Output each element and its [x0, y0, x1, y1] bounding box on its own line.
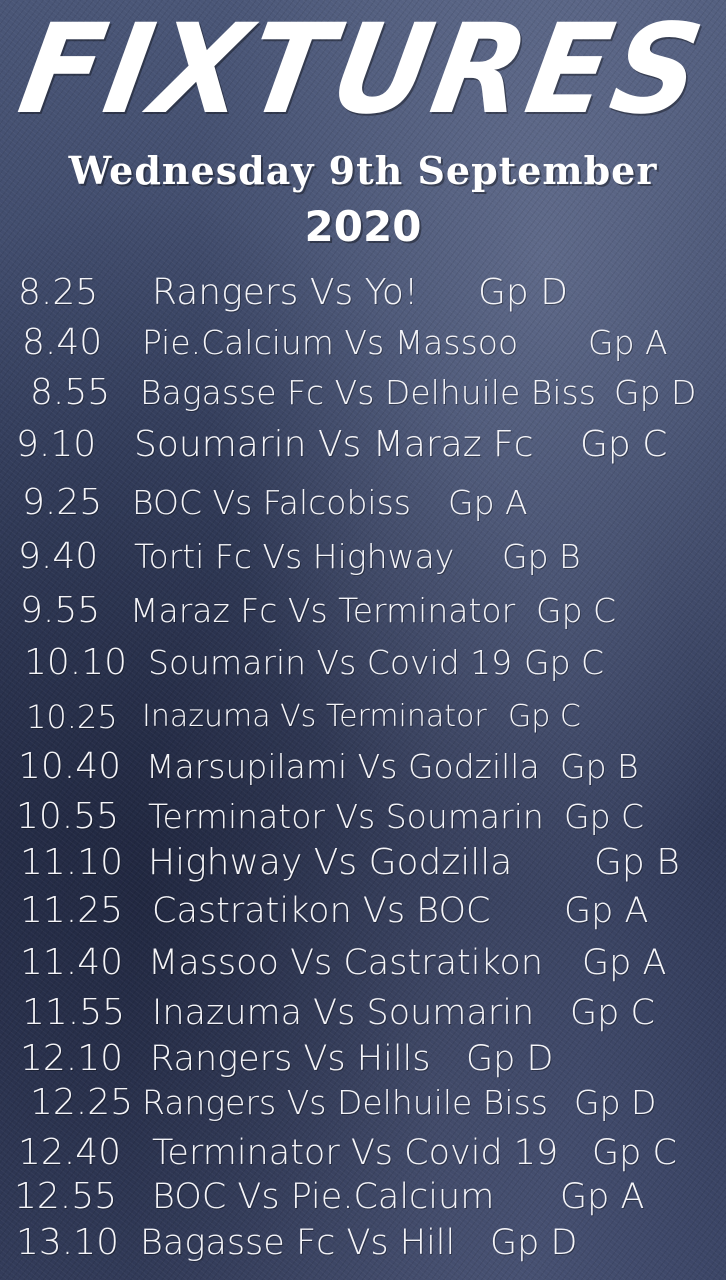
- fixture-time: 9.40: [18, 536, 99, 577]
- fixture-group: Gp C: [524, 643, 605, 682]
- fixture-row: 9.10 Soumarin Vs Maraz Fc Gp C: [0, 420, 726, 470]
- fixture-row: 12.25 Rangers Vs Delhuile Biss Gp D: [0, 1078, 726, 1128]
- fixture-time: 9.55: [20, 590, 101, 631]
- fixture-group: Gp B: [502, 537, 581, 576]
- fixture-time: 10.40: [18, 746, 122, 787]
- fixture-row: 10.25 Inazuma Vs Terminator Gp C: [0, 692, 726, 742]
- fixture-time: 10.55: [16, 796, 120, 837]
- fixture-time: 9.10: [16, 424, 97, 465]
- fixture-time: 12.55: [14, 1176, 118, 1217]
- fixture-row: 8.25 Rangers Vs Yo! Gp D: [0, 268, 726, 318]
- fixture-match: Torti Fc Vs Highway: [134, 537, 455, 576]
- fixture-time: 12.10: [20, 1038, 124, 1079]
- fixture-match: Massoo Vs Castratikon: [148, 943, 544, 983]
- fixture-match: Maraz Fc Vs Terminator: [130, 591, 516, 630]
- fixture-time: 8.25: [18, 272, 99, 313]
- fixture-match: Inazuma Vs Soumarin: [152, 993, 535, 1033]
- fixture-row: 13.10 Bagasse Fc Vs Hill Gp D: [0, 1218, 726, 1268]
- fixture-time: 8.40: [22, 322, 103, 363]
- fixture-group: Gp C: [536, 591, 617, 630]
- fixture-group: Gp D: [490, 1223, 578, 1263]
- fixture-row: 12.55 BOC Vs Pie.Calcium Gp A: [0, 1172, 726, 1222]
- fixture-match: Terminator Vs Covid 19: [152, 1133, 559, 1173]
- fixture-row: 8.40 Pie.Calcium Vs Massoo Gp A: [0, 318, 726, 368]
- fixture-row: 12.10 Rangers Vs Hills Gp D: [0, 1034, 726, 1084]
- fixture-time: 11.10: [20, 842, 124, 883]
- fixture-date: Wednesday 9th September: [68, 148, 658, 193]
- fixture-time: 12.40: [18, 1132, 122, 1173]
- poster-title: FIXTURES: [10, 0, 716, 142]
- fixture-row: 10.55 Terminator Vs Soumarin Gp C: [0, 792, 726, 842]
- fixture-row: 9.25 BOC Vs Falcobiss Gp A: [0, 478, 726, 528]
- fixtures-poster: FIXTURES Wednesday 9th September 2020 8.…: [0, 0, 726, 1280]
- fixture-group: Gp D: [478, 272, 568, 313]
- fixture-row: 10.40 Marsupilami Vs Godzilla Gp B: [0, 742, 726, 792]
- fixture-time: 10.25: [26, 698, 118, 736]
- fixture-row: 9.40 Torti Fc Vs Highway Gp B: [0, 532, 726, 582]
- fixture-match: Marsupilami Vs Godzilla: [146, 747, 540, 786]
- fixture-match: Bagasse Fc Vs Delhuile Biss: [140, 373, 596, 412]
- fixture-row: 11.40 Massoo Vs Castratikon Gp A: [0, 938, 726, 988]
- fixture-group: Gp A: [588, 323, 668, 362]
- fixture-group: Gp B: [594, 842, 680, 883]
- fixture-match: Inazuma Vs Terminator: [142, 699, 487, 734]
- fixture-match: Pie.Calcium Vs Massoo: [142, 323, 519, 362]
- fixture-row: 11.55 Inazuma Vs Soumarin Gp C: [0, 988, 726, 1038]
- fixture-group: Gp B: [560, 747, 639, 786]
- fixture-group: Gp D: [614, 373, 697, 412]
- fixture-row: 11.10 Highway Vs Godzilla Gp B: [0, 838, 726, 888]
- fixture-match: Castratikon Vs BOC: [152, 891, 491, 931]
- fixture-time: 13.10: [16, 1222, 120, 1263]
- fixture-match: Soumarin Vs Maraz Fc: [134, 424, 534, 465]
- fixture-match: Rangers Vs Delhuile Biss: [142, 1083, 548, 1122]
- fixture-row: 8.55 Bagasse Fc Vs Delhuile Biss Gp D: [0, 368, 726, 418]
- fixture-group: Gp C: [508, 699, 581, 734]
- fixture-time: 11.25: [20, 890, 124, 931]
- fixture-year: 2020: [304, 202, 422, 251]
- fixture-group: Gp A: [560, 1177, 645, 1217]
- fixture-match: Terminator Vs Soumarin: [148, 797, 544, 836]
- fixture-row: 12.40 Terminator Vs Covid 19 Gp C: [0, 1128, 726, 1178]
- fixture-row: 10.10 Soumarin Vs Covid 19 Gp C: [0, 638, 726, 688]
- fixture-group: Gp C: [564, 797, 645, 836]
- fixture-match: Bagasse Fc Vs Hill: [140, 1223, 456, 1263]
- fixture-group: Gp D: [574, 1083, 657, 1122]
- fixture-row: 11.25 Castratikon Vs BOC Gp A: [0, 886, 726, 936]
- fixture-group: Gp A: [582, 943, 667, 983]
- fixture-group: Gp C: [580, 424, 668, 465]
- fixture-time: 11.55: [22, 992, 126, 1033]
- fixture-group: Gp C: [570, 993, 655, 1033]
- fixture-time: 9.25: [22, 482, 103, 523]
- fixture-match: Soumarin Vs Covid 19: [148, 643, 513, 682]
- fixture-match: Rangers Vs Yo!: [152, 272, 419, 313]
- fixture-group: Gp D: [466, 1039, 554, 1079]
- fixture-match: BOC Vs Falcobiss: [132, 483, 411, 522]
- fixture-group: Gp C: [592, 1133, 677, 1173]
- fixture-match: BOC Vs Pie.Calcium: [152, 1177, 495, 1217]
- fixture-match: Rangers Vs Hills: [150, 1039, 431, 1079]
- fixture-group: Gp A: [448, 483, 528, 522]
- fixture-time: 10.10: [24, 642, 128, 683]
- fixture-group: Gp A: [564, 891, 649, 931]
- fixture-row: 9.55 Maraz Fc Vs Terminator Gp C: [0, 586, 726, 636]
- fixture-time: 8.55: [30, 372, 111, 413]
- fixture-time: 11.40: [20, 942, 124, 983]
- fixture-match: Highway Vs Godzilla: [148, 842, 513, 883]
- fixture-time: 12.25: [30, 1082, 134, 1123]
